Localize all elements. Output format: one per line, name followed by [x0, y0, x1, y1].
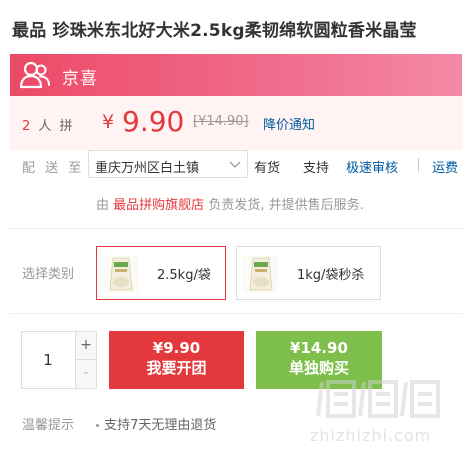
group-buy-label: 我要开团 [146, 359, 207, 377]
divider [418, 158, 419, 172]
group-buy-price: ¥9.90 [152, 339, 201, 357]
shipping-row: 配 送 至 重庆万州区白土镇 有货 支持 极速审核 运费 [0, 150, 462, 180]
address-selector[interactable]: 重庆万州区白土镇 [88, 150, 248, 178]
ship-to-label: 配 送 至 [22, 161, 85, 176]
price-drop-notify-link[interactable]: 降价通知 [263, 114, 315, 133]
quantity-decrease-button[interactable]: - [75, 360, 96, 388]
single-buy-label: 单独购买 [288, 359, 349, 377]
brand-name: 京喜 [62, 69, 98, 89]
buy-alone-button[interactable]: ¥14.90 单独购买 [256, 331, 382, 389]
tips-row: 温馨提示 支持7天无理由退货 [22, 414, 216, 433]
product-title: 最品 珍珠米东北好大米2.5kg柔韧绵软圆粒香米晶莹 [12, 21, 417, 41]
bullet-icon [96, 424, 100, 427]
divider [10, 313, 462, 314]
spec-option-1kg[interactable]: 1kg/袋秒杀 [236, 246, 381, 300]
currency-symbol: ¥ [102, 111, 115, 133]
quantity-increase-button[interactable]: + [75, 332, 96, 360]
quantity-input[interactable]: 1 [22, 332, 74, 388]
service-info: 由 最品拼购旗舰店 负责发货, 并提供售后服务. [96, 194, 364, 213]
shipping-fee-link[interactable]: 运费 [432, 157, 458, 176]
divider [10, 228, 462, 229]
users-icon [20, 61, 50, 89]
tip-text: 支持7天无理由退货 [104, 418, 217, 433]
group-size: 2 人 拼 [22, 115, 75, 134]
original-price: [¥14.90] [193, 114, 249, 129]
tips-label: 温馨提示 [22, 418, 75, 433]
spec-option-label: 2.5kg/袋 [157, 268, 211, 283]
service-suffix: 负责发货, 并提供售后服务. [208, 198, 364, 213]
price-row: 2 人 拼 ¥ 9.90 [¥14.90] 降价通知 [10, 96, 462, 150]
tip-item: 支持7天无理由退货 [96, 418, 216, 433]
jingxi-banner: 京喜 [10, 54, 462, 96]
rice-bag-thumbnail [103, 255, 139, 293]
start-group-buy-button[interactable]: ¥9.90 我要开团 [109, 331, 244, 389]
spec-option-label: 1kg/袋秒杀 [297, 268, 365, 283]
group-count: 2 [22, 119, 33, 134]
store-link[interactable]: 最品拼购旗舰店 [113, 198, 204, 213]
spec-selector: 选择类别 2.5kg/袋 1kg/袋秒杀 [0, 246, 462, 300]
support-label: 支持 [303, 161, 330, 176]
address-value: 重庆万州区白土镇 [95, 161, 200, 176]
fast-check-link[interactable]: 极速审核 [346, 157, 398, 176]
spec-option-2-5kg[interactable]: 2.5kg/袋 [96, 246, 226, 300]
watermark-url: zhizhizhi.com [310, 426, 432, 445]
spec-label: 选择类别 [22, 267, 75, 282]
rice-bag-thumbnail [243, 255, 279, 293]
group-unit: 人 拼 [38, 119, 75, 134]
quantity-stepper: 1 + - [21, 331, 97, 389]
single-buy-price: ¥14.90 [290, 339, 348, 357]
group-price: 9.90 [122, 105, 185, 138]
stock-status: 有货 [254, 161, 281, 176]
chevron-down-icon [229, 161, 241, 168]
service-prefix: 由 [96, 198, 110, 213]
